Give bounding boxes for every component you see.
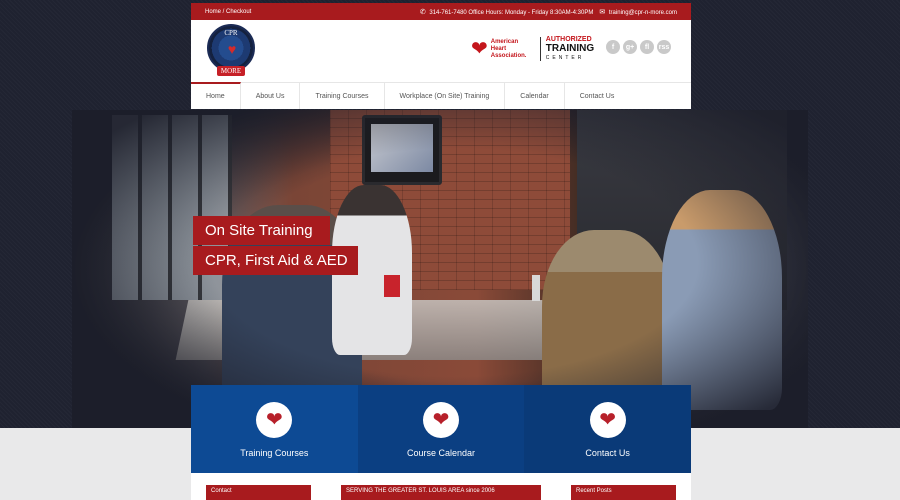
- phone-hours-text: 314-761-7480 Office Hours: Monday - Frid…: [429, 9, 594, 16]
- aha-name: American Heart Association.: [490, 38, 527, 59]
- social-links: f g+ fl rss: [606, 40, 671, 54]
- aha-divider: [539, 37, 541, 61]
- flickr-icon[interactable]: fl: [640, 40, 654, 54]
- nav-item-contact-us[interactable]: Contact Us: [565, 83, 630, 109]
- aha-authorized-block: AUTHORIZED TRAINING CENTER: [546, 36, 594, 62]
- aha-center: CENTER: [545, 55, 585, 61]
- nav-item-about-us[interactable]: About Us: [241, 83, 301, 109]
- envelope-icon: ✉: [599, 8, 606, 16]
- hero-slider[interactable]: [72, 110, 808, 428]
- tile-label: Course Calendar: [406, 448, 476, 458]
- tile-label: Training Courses: [240, 448, 309, 458]
- breadcrumb[interactable]: Home / Checkout: [205, 9, 251, 15]
- feature-tiles: ❤ Training Courses ❤ Course Calendar ❤ C…: [191, 385, 692, 473]
- phone-info: ✆ 314-761-7480 Office Hours: Monday - Fr…: [420, 8, 594, 16]
- nav-item-calendar[interactable]: Calendar: [505, 83, 565, 109]
- main-navigation: Home About Us Training Courses Workplace…: [191, 82, 691, 109]
- hero-vignette: [72, 110, 808, 428]
- heart-icon: ❤: [423, 402, 459, 438]
- email-info[interactable]: ✉ training@cpr-n-more.com: [599, 8, 677, 16]
- nav-item-training-courses[interactable]: Training Courses: [300, 83, 385, 109]
- hero-caption-subtitle: CPR, First Aid & AED: [193, 246, 358, 275]
- email-link[interactable]: training@cpr-n-more.com: [609, 10, 677, 16]
- rss-icon[interactable]: rss: [657, 40, 671, 54]
- hero-caption-title: On Site Training: [193, 216, 330, 245]
- logo-top-text: CPR: [224, 29, 238, 37]
- tile-label: Contact Us: [585, 448, 630, 458]
- heart-icon: ❤: [589, 402, 626, 438]
- contact-panel-heading: Contact: [206, 485, 311, 500]
- top-bar: Home / Checkout ✆ 314-761-7480 Office Ho…: [191, 3, 691, 20]
- recent-posts-heading: Recent Posts: [571, 485, 676, 500]
- site-logo[interactable]: CPR ♥ MORE: [207, 24, 255, 76]
- aha-training: TRAINING: [545, 43, 595, 54]
- serving-panel-heading: SERVING THE GREATER ST. LOUIS AREA since…: [341, 485, 541, 500]
- tile-training-courses[interactable]: ❤ Training Courses: [191, 385, 358, 473]
- nav-item-home[interactable]: Home: [191, 82, 241, 109]
- google-plus-icon[interactable]: g+: [623, 40, 637, 54]
- tile-contact-us[interactable]: ❤ Contact Us: [524, 385, 692, 473]
- facebook-icon[interactable]: f: [606, 40, 620, 54]
- heart-ekg-icon: ♥: [227, 41, 237, 57]
- site-header: CPR ♥ MORE ❤ American Heart Association.…: [191, 20, 691, 82]
- phone-icon: ✆: [419, 8, 426, 16]
- nav-item-workplace-training[interactable]: Workplace (On Site) Training: [385, 83, 506, 109]
- heart-icon: ❤: [256, 402, 293, 438]
- aha-training-center-badge: ❤ American Heart Association. AUTHORIZED…: [471, 36, 594, 62]
- logo-bottom-text: MORE: [217, 66, 245, 76]
- content-area: Contact SERVING THE GREATER ST. LOUIS AR…: [191, 473, 691, 500]
- heart-torch-icon: ❤: [471, 38, 488, 60]
- tile-course-calendar[interactable]: ❤ Course Calendar: [357, 385, 525, 473]
